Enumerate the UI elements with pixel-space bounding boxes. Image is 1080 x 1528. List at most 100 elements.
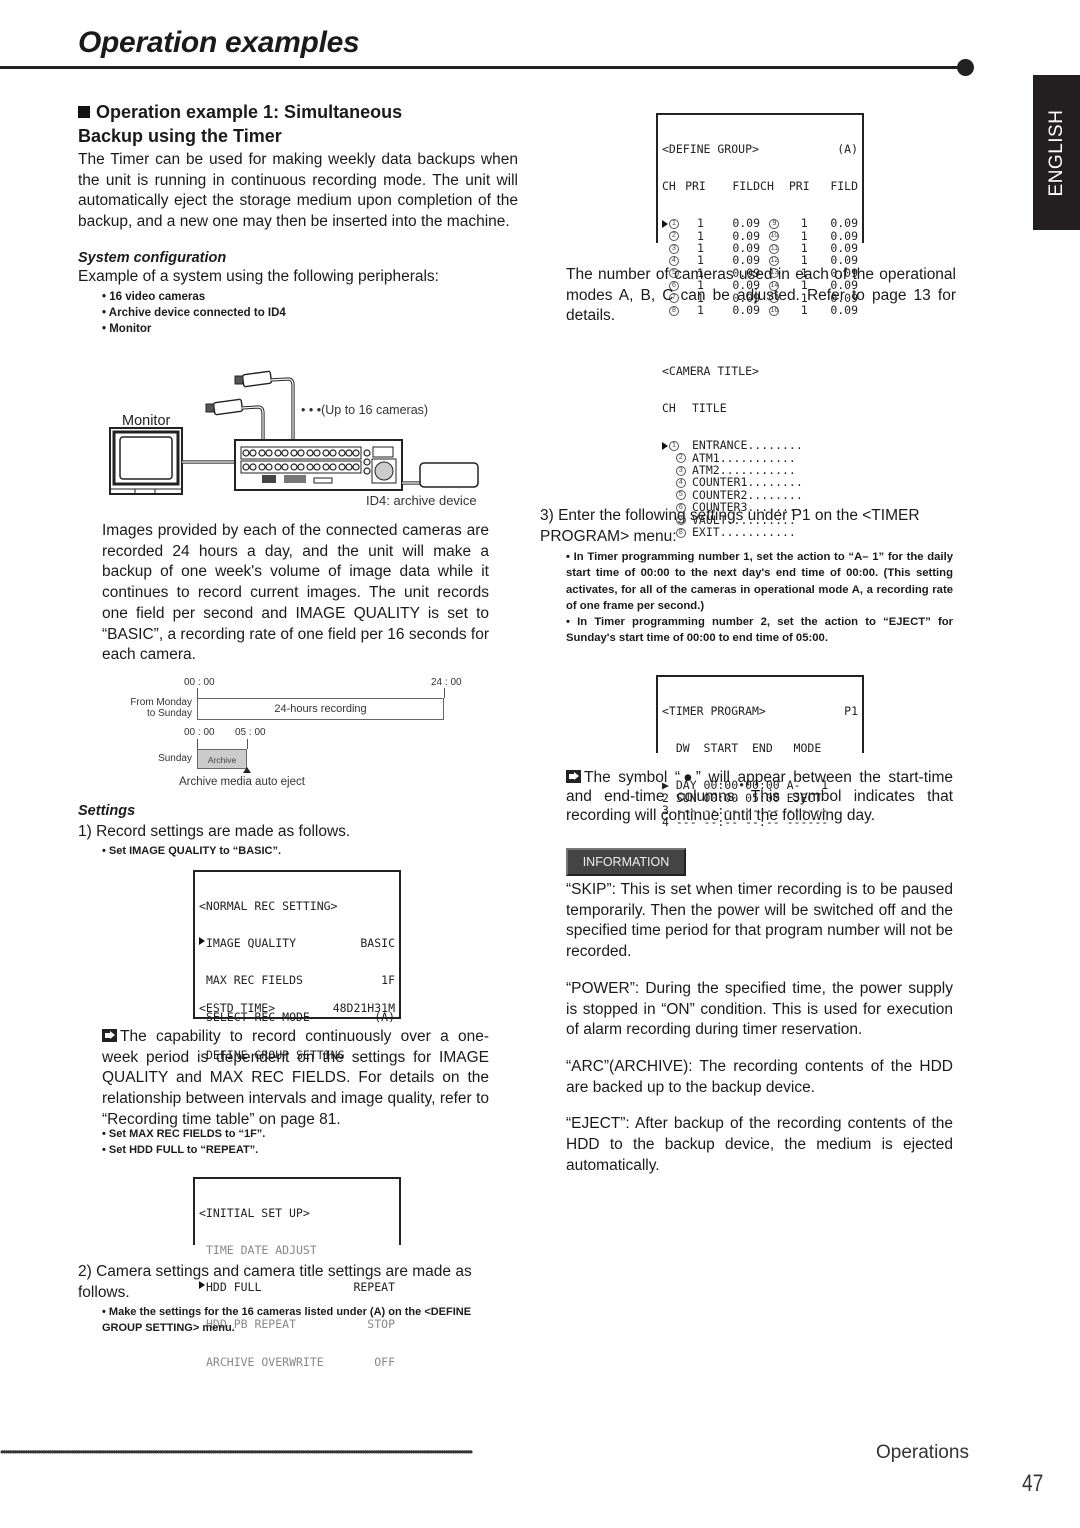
timeline-start-label: 00 : 00	[184, 677, 215, 688]
title-rule	[0, 66, 966, 69]
archive-bar: Archive	[197, 749, 247, 769]
tick	[197, 739, 198, 749]
information-label: INFORMATION	[566, 848, 686, 876]
archive-device-icon	[419, 462, 479, 488]
recording-description: Images provided by each of the connected…	[102, 522, 489, 664]
page-title: Operation examples	[78, 26, 360, 59]
step2-text: 2) Camera settings and camera title sett…	[78, 1263, 472, 1301]
note-arrow-icon	[566, 770, 581, 783]
list-item: • Monitor	[102, 323, 152, 336]
dvr-unit-icon	[234, 439, 403, 491]
list-item: • Archive device connected to ID4	[102, 306, 286, 319]
selection-arrow-icon	[662, 219, 668, 228]
define-group-screen: <DEFINE GROUP> (A) CH PRI FILD CH PRI FILD 110…	[656, 113, 864, 317]
osd-menu-item[interactable]: TIME DATE ADJUST	[199, 1244, 395, 1257]
channel-number-icon: 3	[668, 243, 679, 254]
recording-bar: 24-hours recording	[197, 698, 444, 720]
column-header: PRI	[788, 179, 810, 194]
channel-number-icon: 2	[675, 453, 686, 464]
table-row[interactable]: 1 1 0.09 9 1 0.09	[662, 217, 858, 230]
osd-title: <CAMERA TITLE>	[662, 363, 759, 378]
camera-title-value: COUNTER1........	[692, 475, 803, 490]
power-description: “POWER”: During the specified time, the …	[566, 979, 953, 1039]
camera-title-value: ENTRANCE........	[692, 438, 803, 453]
normal-rec-setting-screen: <NORMAL REC SETTING> IMAGE QUALITY BASIC …	[193, 870, 401, 1061]
osd-title: <INITIAL SET UP>	[199, 1205, 310, 1220]
table-row[interactable]: 2 1 0.09 10 1 0.09	[662, 229, 858, 242]
timer-program-header: DW START END MODE	[662, 741, 822, 756]
step1-text: 1) Record settings are made as follows.	[78, 823, 351, 840]
osd-title: <NORMAL REC SETTING>	[199, 898, 338, 913]
channel-number-icon: 9	[769, 218, 780, 229]
channel-number-icon: 5	[675, 490, 686, 501]
settings-bullets: • Set MAX REC FIELDS to “1F”. • Set HDD …	[102, 1126, 265, 1159]
channel-number-icon: 1	[669, 440, 679, 451]
osd-title-row: <TIMER PROGRAM> P1	[662, 703, 858, 718]
table-row[interactable]: 3 1 0.09 11 1 0.09	[662, 242, 858, 254]
list-item: • Set MAX REC FIELDS to “1F”.	[102, 1128, 266, 1140]
monitor-icon	[109, 427, 183, 495]
symbol-note: The symbol “●” will appear between the s…	[566, 769, 953, 824]
timeline-row1-label: From Monday to Sunday	[130, 697, 192, 719]
system-config-heading: System configuration	[78, 249, 227, 266]
archive-device-label: ID4: archive device	[366, 493, 477, 508]
auto-eject-caption: Archive media auto eject	[179, 776, 305, 788]
section-heading: Operation example 1: Simultaneous Backup…	[78, 102, 403, 146]
cameras-mode-note: The number of cameras used in each of th…	[566, 266, 956, 325]
initial-setup-screen: <INITIAL SET UP> TIME DATE ADJUST HDD FU…	[193, 1177, 401, 1368]
settings-heading: Settings	[78, 803, 136, 819]
osd-title-row: <DEFINE GROUP> (A)	[662, 141, 858, 156]
channel-number-icon: 11	[769, 243, 780, 254]
list-item: • 16 video cameras	[102, 290, 206, 303]
selection-arrow-icon	[199, 937, 205, 946]
column-header: CH	[760, 179, 774, 194]
tick	[247, 739, 248, 749]
timer-program-screen: <TIMER PROGRAM> P1 DW START END MODE ▶ DA…	[656, 675, 864, 829]
left-column: Operation example 1: Simultaneous Backup…	[78, 100, 518, 337]
cameras-label: • • •(Up to 16 cameras)	[301, 403, 429, 417]
list-item: • In Timer programming number 1, set the…	[566, 551, 953, 612]
system-config-intro: Example of a system using the following …	[78, 267, 439, 285]
arc-description: “ARC”(ARCHIVE): The recording contents o…	[566, 1057, 953, 1096]
osd-footer: <ESTD TIME> 48D21H31M	[199, 1000, 395, 1015]
channel-number-icon: 10	[769, 231, 780, 242]
table-row[interactable]: 4 COUNTER1........	[662, 475, 858, 490]
footer-section-label: Operations	[876, 1442, 969, 1463]
mode-descriptions: “SKIP”: This is set when timer recording…	[566, 880, 953, 1176]
table-row[interactable]: 1 ENTRANCE........	[662, 438, 858, 453]
list-item: • Set HDD FULL to “REPEAT”.	[102, 1144, 259, 1157]
sunday-start-label: 00 : 00	[184, 727, 215, 738]
language-tab-label: ENGLISH	[1045, 109, 1067, 196]
skip-description: “SKIP”: This is set when timer recording…	[566, 881, 953, 961]
column-header: PRI	[685, 179, 706, 194]
tick	[197, 688, 198, 698]
peripherals-list: • 16 video cameras • Archive device conn…	[102, 289, 518, 338]
title-rule-end-dot	[957, 59, 974, 76]
channel-number-icon: 2	[668, 231, 679, 242]
monitor-label: Monitor	[122, 413, 171, 429]
osd-menu-item[interactable]: ARCHIVE OVERWRITE OFF	[199, 1355, 395, 1368]
column-header: CH	[662, 179, 676, 194]
eject-description: “EJECT”: After backup of the recording c…	[566, 1115, 953, 1174]
channel-number-icon: 3	[675, 465, 686, 476]
timeline-end-label: 24 : 00	[431, 677, 462, 688]
camera-icon	[205, 398, 265, 440]
camera-title-screen: <CAMERA TITLE> CH TITLE 1 ENTRANCE........…	[658, 337, 862, 539]
define-group-header: CH PRI FILD CH PRI FILD	[662, 179, 859, 194]
tick	[444, 688, 445, 698]
footer-dotted-leader: ••••••••••••••••••••••••••••••••••••••••…	[0, 1446, 473, 1458]
language-tab: ENGLISH	[1033, 75, 1080, 230]
selection-arrow-icon	[662, 441, 668, 450]
square-bullet-icon	[78, 106, 90, 118]
column-header: FILD	[830, 179, 859, 194]
intro-paragraph: The Timer can be used for making weekly …	[78, 151, 518, 231]
eject-marker-icon	[243, 767, 251, 773]
step1-bullet: • Set IMAGE QUALITY to “BASIC”.	[102, 845, 282, 857]
sunday-end-label: 05 : 00	[235, 727, 266, 738]
osd-menu-item[interactable]: MAX REC FIELDS 1F	[199, 974, 395, 987]
list-item: • In Timer programming number 2, set the…	[566, 616, 953, 645]
step3-text: 3) Enter the following settings under P1…	[540, 507, 920, 545]
osd-menu-item[interactable]: IMAGE QUALITY BASIC	[199, 937, 395, 949]
page-number: 47	[1022, 1470, 1044, 1497]
channel-number-icon: 1	[669, 218, 679, 229]
